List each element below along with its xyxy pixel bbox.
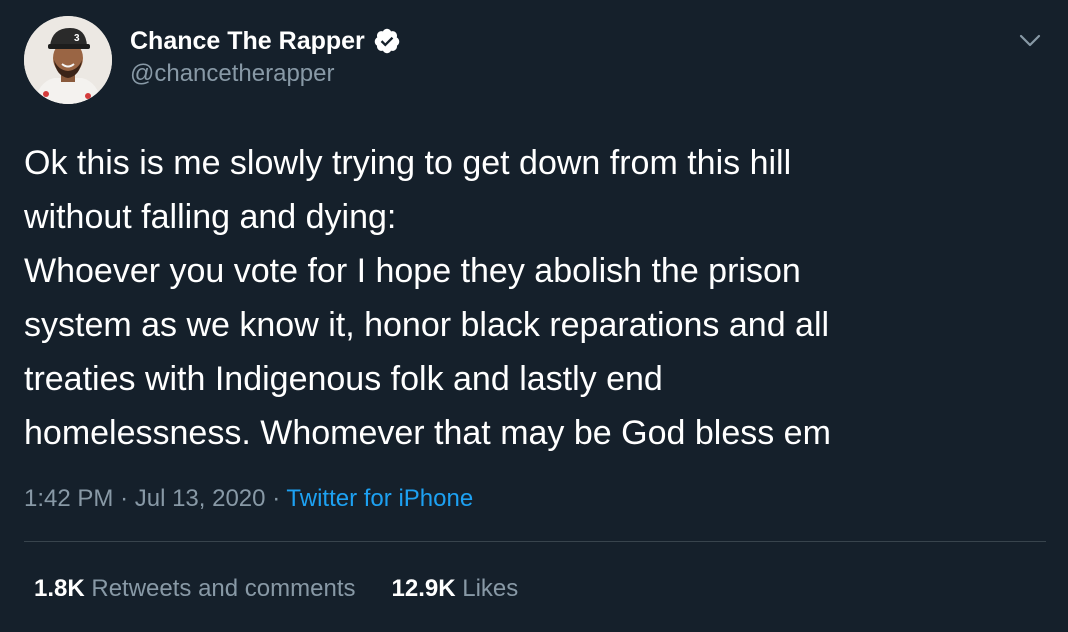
tweet-time[interactable]: 1:42 PM [24, 485, 113, 512]
tweet-line: Whoever you vote for I hope they abolish… [24, 252, 801, 290]
retweets-label: Retweets and comments [91, 575, 356, 602]
tweet-line: homelessness. Whomever that may be God b… [24, 414, 831, 452]
verified-badge-icon [373, 27, 401, 55]
retweets-stat[interactable]: 1.8K Retweets and comments [34, 570, 356, 608]
meta-separator: · [120, 485, 129, 512]
tweet-card: 3 Chance The Rapper @chancetherapper Ok … [0, 0, 1068, 632]
tweet-source-link[interactable]: Twitter for iPhone [286, 485, 473, 512]
tweet-date[interactable]: Jul 13, 2020 [135, 485, 266, 512]
svg-text:3: 3 [74, 33, 80, 44]
author-header: Chance The Rapper @chancetherapper [130, 24, 401, 88]
chevron-down-icon[interactable] [1016, 26, 1044, 54]
tweet-line: treaties with Indigenous folk and lastly… [24, 360, 663, 398]
likes-label: Likes [462, 575, 519, 602]
tweet-line: Ok this is me slowly trying to get down … [24, 144, 792, 182]
likes-stat[interactable]: 12.9K Likes [392, 570, 519, 608]
tweet-line: without falling and dying: [24, 198, 397, 236]
tweet-stats: 1.8K Retweets and comments 12.9K Likes [34, 570, 554, 608]
avatar[interactable]: 3 [24, 16, 112, 104]
handle[interactable]: @chancetherapper [130, 60, 401, 88]
meta-separator: · [272, 485, 281, 512]
likes-count: 12.9K [391, 575, 456, 602]
tweet-meta: 1:42 PM · Jul 13, 2020 · Twitter for iPh… [24, 480, 473, 518]
tweet-text: Ok this is me slowly trying to get down … [24, 136, 1024, 460]
divider [24, 541, 1046, 542]
avatar-image: 3 [24, 16, 112, 104]
tweet-line: system as we know it, honor black repara… [24, 306, 830, 344]
retweets-count: 1.8K [34, 575, 85, 602]
display-name[interactable]: Chance The Rapper [130, 27, 365, 56]
name-row: Chance The Rapper [130, 24, 401, 58]
